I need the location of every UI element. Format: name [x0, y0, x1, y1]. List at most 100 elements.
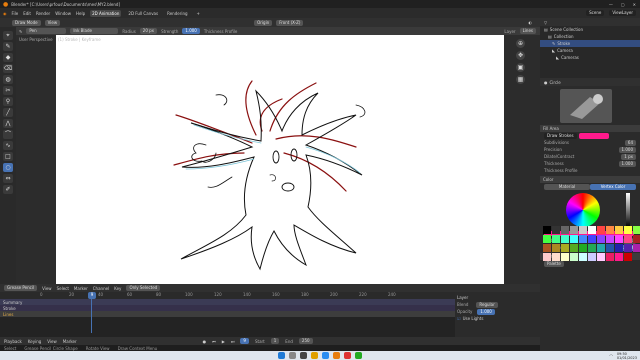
color-wheel[interactable]	[566, 193, 600, 227]
blender-taskbar-icon[interactable]	[333, 352, 340, 359]
menu-help[interactable]: Help	[76, 11, 85, 16]
app-icon[interactable]	[344, 352, 351, 359]
eyedropper-icon[interactable]: ⚲	[3, 97, 13, 106]
palette-swatch[interactable]	[597, 244, 605, 252]
edge-icon[interactable]	[322, 352, 329, 359]
stroke-placement-selector[interactable]: Front (X-Z)	[276, 19, 304, 26]
thickness-profile-toggle[interactable]: Thickness Profile	[540, 167, 640, 174]
track-lines[interactable]: Lines	[0, 311, 455, 317]
palette-swatch[interactable]	[579, 253, 587, 261]
menu-view[interactable]: View	[42, 286, 52, 291]
erase-tool-icon[interactable]: ⌫	[3, 64, 13, 73]
thickness-profile-toggle[interactable]: Thickness Profile	[204, 29, 237, 34]
fill-area-section[interactable]: Fill Area	[540, 125, 640, 132]
palette-swatch[interactable]	[597, 235, 605, 243]
viewport[interactable]: User Perspective (1) Stroke | Keyframe ⊕…	[16, 35, 540, 284]
use-lights-row[interactable]: ☑ Use Lights	[457, 315, 538, 322]
start-frame-field[interactable]: 1	[270, 338, 280, 344]
file-explorer-icon[interactable]	[311, 352, 318, 359]
outliner-item-camera[interactable]: ◣ Camera	[540, 47, 640, 54]
grid-icon[interactable]: ▦	[516, 75, 525, 84]
palette-swatch[interactable]	[543, 226, 551, 234]
current-frame-field[interactable]: 9	[240, 338, 249, 344]
strength-field[interactable]: 1.000	[182, 28, 200, 34]
outliner-filter-icon[interactable]: ▽	[544, 20, 547, 25]
scene-selector[interactable]: Scene	[586, 10, 605, 16]
drawing-canvas[interactable]: (1) Stroke | Keyframe	[56, 35, 504, 284]
palette-swatch[interactable]	[561, 235, 569, 243]
palette-swatch[interactable]	[552, 244, 560, 252]
editor-type-selector[interactable]: Grease Pencil	[4, 285, 38, 291]
palette-swatch[interactable]	[570, 226, 578, 234]
add-workspace-button[interactable]: +	[195, 10, 202, 17]
curve-tool-icon[interactable]: ∿	[3, 141, 13, 150]
palette-swatch[interactable]	[543, 235, 551, 243]
search-icon[interactable]	[289, 352, 296, 359]
palette-swatch[interactable]	[579, 235, 587, 243]
palette-swatch[interactable]	[624, 226, 632, 234]
draw-tool-icon[interactable]: ✎	[3, 42, 13, 51]
line-tool-icon[interactable]: ╱	[3, 108, 13, 117]
palette-swatch[interactable]	[615, 253, 623, 261]
start-icon[interactable]	[278, 352, 285, 359]
outliner-item-stroke[interactable]: ✎ Stroke	[540, 40, 640, 47]
end-frame-field[interactable]: 250	[298, 338, 313, 344]
minimize-button[interactable]: —	[609, 2, 613, 7]
only-selected-toggle[interactable]: Only Selected	[126, 285, 161, 291]
palette-swatch[interactable]	[570, 253, 578, 261]
palette-swatch[interactable]	[552, 235, 560, 243]
palette-swatch[interactable]	[597, 253, 605, 261]
tab-vertex-color[interactable]: Vertex Color	[590, 183, 636, 190]
layer-header[interactable]: Layer	[457, 294, 538, 301]
menu-key[interactable]: Key	[114, 286, 121, 291]
keying-menu[interactable]: Keying	[28, 339, 41, 344]
precision-field[interactable]: 1.000	[618, 146, 636, 153]
annotate-tool-icon[interactable]: ✐	[3, 185, 13, 194]
cutter-tool-icon[interactable]: ✂	[3, 86, 13, 95]
app-icon[interactable]	[355, 352, 362, 359]
fill-color-swatch[interactable]	[578, 132, 609, 139]
palette-swatch[interactable]	[606, 244, 614, 252]
palette-swatch[interactable]	[633, 244, 640, 252]
palette-swatch[interactable]	[543, 253, 551, 261]
view-menu[interactable]: View	[44, 19, 61, 26]
palette-swatch[interactable]	[633, 226, 640, 234]
thickness-field[interactable]: 1.000	[618, 160, 636, 167]
tint-tool-icon[interactable]: ◍	[3, 75, 13, 84]
wifi-icon[interactable]: ◠	[609, 353, 613, 358]
palette-swatch[interactable]	[588, 226, 596, 234]
palette-swatch[interactable]	[561, 244, 569, 252]
palette-swatch[interactable]	[624, 235, 632, 243]
palette-selector[interactable]: Palette	[544, 260, 564, 267]
palette-swatch[interactable]	[561, 226, 569, 234]
menu-file[interactable]: File	[12, 11, 19, 16]
close-button[interactable]: ✕	[633, 2, 636, 7]
arc-tool-icon[interactable]: ⌒	[3, 130, 13, 139]
palette-swatch[interactable]	[570, 244, 578, 252]
menu-channel[interactable]: Channel	[93, 286, 109, 291]
menu-edit[interactable]: Edit	[23, 11, 31, 16]
palette-swatch[interactable]	[606, 235, 614, 243]
outliner-scene-collection[interactable]: ▤ Scene Collection	[540, 26, 640, 33]
overlay-icon[interactable]: ◐	[529, 20, 533, 25]
jump-end-icon[interactable]: ⏭	[231, 339, 235, 344]
palette-swatch[interactable]	[615, 226, 623, 234]
circle-tool-icon[interactable]: ○	[3, 163, 13, 172]
camera-view-icon[interactable]: ▣	[516, 63, 525, 72]
palette-swatch[interactable]	[579, 244, 587, 252]
palette-swatch[interactable]	[624, 244, 632, 252]
material-selector[interactable]: Ink Blade	[70, 28, 119, 34]
tab-rendering[interactable]: Rendering	[165, 10, 189, 17]
frame-ruler[interactable]: 0 20 40 60 80 100 120 140 160 180 200 22…	[0, 292, 455, 299]
draw-strokes-selector[interactable]: Draw Strokes	[544, 132, 577, 139]
tab-material[interactable]: Material	[544, 183, 590, 190]
blend-selector[interactable]: Regular	[476, 301, 498, 308]
color-section[interactable]: Color	[540, 176, 640, 183]
palette-swatch[interactable]	[570, 235, 578, 243]
task-view-icon[interactable]	[300, 352, 307, 359]
menu-select[interactable]: Select	[57, 286, 69, 291]
checkbox-icon[interactable]: ☑	[457, 316, 461, 321]
marker-menu[interactable]: Marker	[63, 339, 77, 344]
jump-start-icon[interactable]: ⏮	[212, 339, 216, 344]
tab-2d-full-canvas[interactable]: 2D Full Canvas	[126, 10, 160, 17]
